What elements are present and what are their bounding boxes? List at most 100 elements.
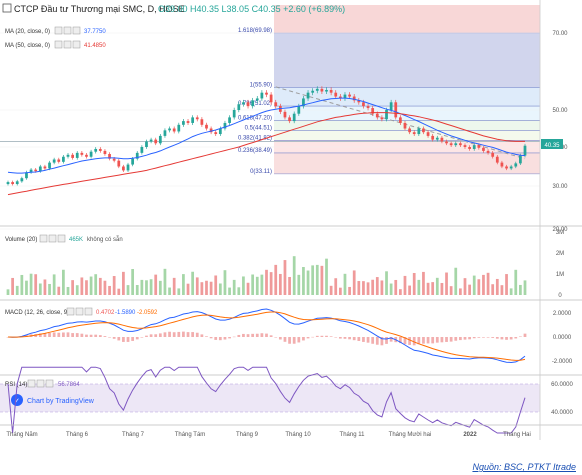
volume-bar — [172, 277, 176, 295]
volume-tick-label: 2M — [556, 251, 564, 257]
volume-bar — [85, 280, 88, 295]
volume-bar — [195, 277, 199, 295]
volume-bar — [52, 274, 56, 295]
volume-bar — [380, 280, 384, 295]
volume-bar — [223, 270, 227, 295]
candle-body — [274, 102, 278, 107]
volume-bar — [482, 274, 485, 295]
candle-body — [15, 181, 19, 185]
macd-hist-bar — [362, 337, 365, 342]
price-axis: 70.0050.0040.0030.0020.00 — [552, 31, 568, 233]
rsi-settings-icons[interactable] — [27, 379, 54, 388]
macd-settings-icons[interactable] — [66, 307, 93, 316]
macd-hist-bar — [519, 336, 522, 337]
ma20-settings-icons[interactable] — [54, 26, 81, 35]
candle-body — [117, 160, 121, 167]
candle-body — [48, 162, 51, 169]
macd-hist-bar — [375, 337, 379, 345]
macd-hist-bar — [500, 337, 504, 340]
macd-hist-bar — [75, 333, 79, 337]
volume-settings-icons[interactable] — [39, 234, 66, 243]
macd-hist-bar — [172, 332, 176, 337]
macd-hist-bar — [338, 337, 342, 339]
volume-bar — [523, 280, 527, 295]
macd-hist-bar — [145, 335, 148, 337]
volume-bar — [232, 279, 236, 295]
volume-bar — [255, 276, 259, 295]
ma50-settings-icons[interactable] — [54, 40, 81, 49]
candle-body — [191, 117, 195, 123]
volume-bar — [265, 269, 268, 295]
candle-body — [94, 148, 98, 152]
volume-bar — [218, 283, 222, 295]
volume-bar — [38, 283, 42, 295]
macd-hist-bar — [422, 337, 425, 344]
candle-body — [186, 121, 190, 123]
macd-hist-bar — [265, 333, 268, 337]
candle-body — [232, 110, 236, 118]
volume-bar — [505, 274, 508, 295]
candle-body — [126, 164, 130, 171]
volume-bar — [15, 285, 19, 295]
candle-body — [454, 143, 458, 146]
candle-body — [75, 152, 79, 158]
macd-hist-bar — [223, 337, 227, 340]
volume-tick-label: 3M — [556, 230, 564, 236]
candle-body — [66, 154, 70, 157]
volume-bar — [486, 272, 490, 295]
volume-bar — [246, 282, 250, 295]
volume-bar — [191, 271, 195, 295]
candle-body — [431, 135, 435, 140]
candle-body — [154, 139, 158, 144]
candle-body — [311, 90, 315, 93]
volume-bar — [126, 285, 130, 295]
candle-body — [85, 154, 88, 157]
macd-tick-label: 2.0000 — [553, 311, 572, 317]
candle-body — [426, 132, 430, 136]
candle-body — [122, 166, 125, 171]
volume-bar — [366, 282, 370, 295]
macd-hist-bar — [385, 337, 388, 344]
volume-bar — [445, 272, 448, 295]
macd-value-signal: -2.0592 — [137, 310, 158, 316]
ma50-label: MA (50, close, 0) — [5, 43, 50, 49]
volume-bar — [509, 288, 513, 295]
candle-body — [519, 155, 522, 164]
volume-bar — [20, 274, 24, 295]
volume-bar — [135, 284, 139, 295]
volume-bar — [440, 282, 444, 295]
macd-hist-bar — [122, 337, 125, 342]
price-tick-label: 30.00 — [552, 184, 568, 190]
candle-body — [149, 139, 153, 142]
macd-value-hist: 0.4702 — [96, 310, 115, 316]
source-note: Nguồn: BSC, PTKT Itrade — [472, 462, 576, 472]
volume-bar — [329, 285, 333, 295]
volume-bar — [158, 280, 162, 295]
candle-body — [380, 117, 384, 120]
fib-zone — [274, 87, 540, 107]
macd-hist-bar — [135, 337, 139, 340]
macd-hist-bar — [117, 337, 121, 341]
macd-hist-bar — [158, 333, 162, 337]
volume-bar — [177, 288, 181, 295]
candle-body — [408, 128, 411, 133]
volume-bar — [408, 285, 411, 295]
fib-level-label: 0.5(44.51) — [245, 125, 272, 131]
macd-hist-bar — [288, 337, 291, 344]
candle-body — [52, 159, 56, 163]
macd-hist-bar — [509, 337, 513, 340]
volume-bar — [288, 276, 291, 295]
volume-bar — [454, 267, 458, 295]
macd-histogram — [6, 331, 527, 346]
candle-body — [168, 128, 171, 131]
macd-hist-bar — [191, 332, 195, 337]
candle-body — [315, 88, 319, 91]
macd-hist-bar — [168, 331, 171, 337]
macd-hist-bar — [292, 337, 296, 344]
ma50-value: 41.4850 — [84, 43, 106, 49]
volume-bar — [449, 286, 453, 295]
macd-hist-bar — [112, 337, 116, 339]
macd-hist-bar — [477, 337, 481, 338]
fib-zone — [274, 106, 540, 121]
volume-bar — [325, 258, 328, 295]
